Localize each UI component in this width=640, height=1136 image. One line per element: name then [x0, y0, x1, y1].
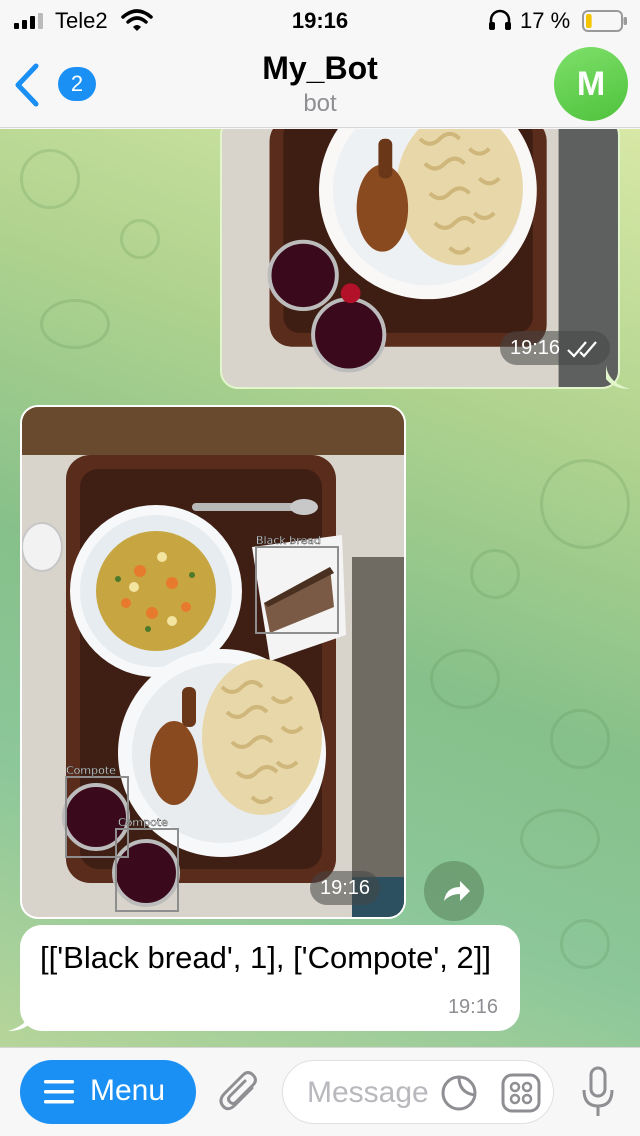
microphone-icon[interactable] — [580, 1066, 616, 1118]
avatar[interactable]: M — [554, 47, 628, 121]
input-bar: Menu — [0, 1047, 640, 1136]
detection-label: Compote — [118, 816, 168, 829]
chat-area[interactable]: 19:16 Black bread Compote Compote 19:16 … — [0, 129, 640, 1047]
message-text: [['Black bread', 1], ['Compote', 2]] — [40, 940, 491, 975]
sticker-icon[interactable] — [439, 1073, 479, 1113]
message-time-text: 19:16 — [510, 337, 561, 359]
message-time: 19:16 — [447, 996, 498, 1018]
message-input-field[interactable] — [282, 1060, 554, 1124]
headphones-icon — [489, 9, 511, 30]
wallpaper-doodle — [540, 459, 630, 549]
double-check-icon — [566, 341, 597, 358]
bubble-tail — [606, 365, 630, 389]
wallpaper-doodle — [120, 219, 160, 259]
incoming-text-message[interactable]: [['Black bread', 1], ['Compote', 2]] 19:… — [20, 925, 520, 1031]
detection-photo: Black bread Compote Compote — [22, 407, 404, 917]
chat-title[interactable]: My_Bot — [0, 50, 640, 87]
menu-button[interactable]: Menu — [20, 1060, 196, 1124]
menu-icon — [44, 1080, 74, 1104]
detection-label: Black bread — [256, 534, 321, 547]
wallpaper-doodle — [520, 809, 600, 869]
wallpaper-doodle — [550, 709, 610, 769]
share-arrow-icon — [444, 881, 470, 901]
detection-label: Compote — [66, 764, 116, 777]
apps-icon[interactable] — [501, 1073, 541, 1113]
wallpaper-doodle — [470, 549, 520, 599]
wallpaper-doodle — [560, 919, 610, 969]
wallpaper-doodle — [20, 149, 80, 209]
paperclip-icon[interactable] — [218, 1070, 260, 1116]
outgoing-photo-message[interactable]: 19:16 — [220, 129, 620, 389]
battery-icon — [582, 10, 627, 32]
share-button[interactable] — [424, 861, 484, 921]
chat-subtitle: bot — [303, 90, 337, 117]
message-time: 19:16 — [500, 331, 610, 365]
message-time-text: 19:16 — [320, 877, 371, 899]
menu-label: Menu — [90, 1074, 166, 1107]
wallpaper-doodle — [40, 299, 110, 349]
battery-percent: 17 % — [520, 8, 571, 33]
wallpaper-doodle — [430, 649, 500, 709]
message-time: 19:16 — [310, 871, 381, 905]
chat-header: 2 My_Bot bot M — [0, 42, 640, 128]
incoming-photo-message[interactable]: Black bread Compote Compote 19:16 — [20, 405, 406, 919]
status-bar: Tele2 19:16 17 % — [0, 0, 640, 42]
